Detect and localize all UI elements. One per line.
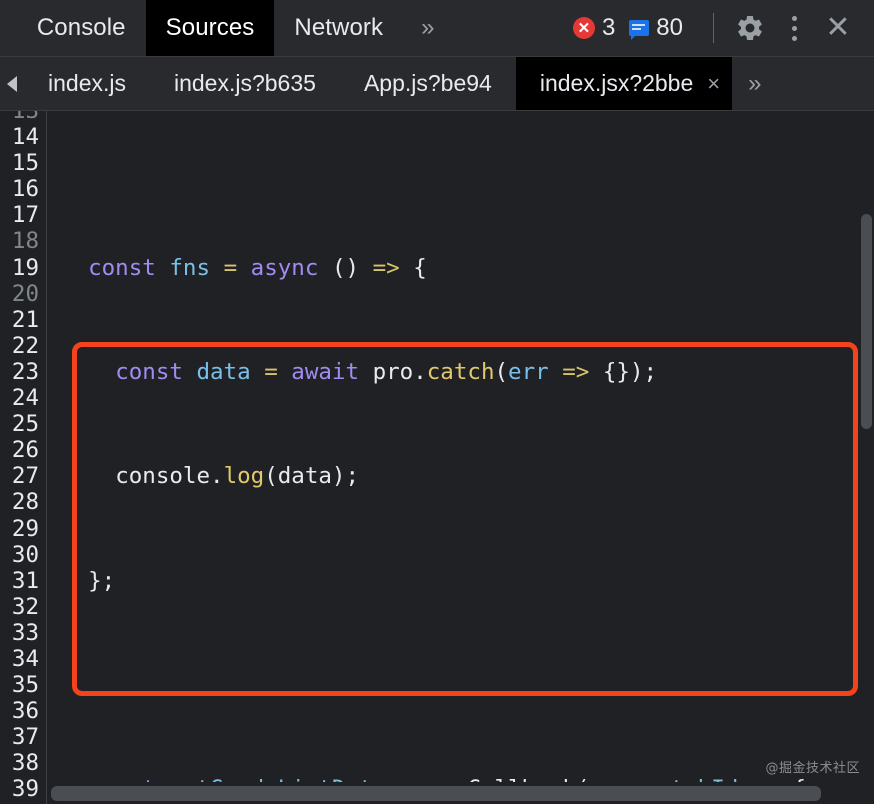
vertical-scrollbar-thumb[interactable] bbox=[861, 214, 872, 429]
line-number: 32 bbox=[11, 593, 39, 620]
line-number: 38 bbox=[11, 750, 39, 777]
file-tab-app-js-be94[interactable]: App.js?be94 bbox=[340, 57, 516, 110]
code-line-17: }; bbox=[88, 567, 116, 594]
panel-tab-group: ts Console Sources Network » bbox=[0, 0, 453, 56]
line-number: 18 bbox=[11, 228, 39, 255]
message-count: 80 bbox=[656, 14, 683, 41]
horizontal-scrollbar-thumb[interactable] bbox=[51, 786, 821, 801]
line-number: 25 bbox=[11, 411, 39, 438]
code-line-14: const fns = async () => { bbox=[88, 254, 427, 281]
watermark: @掘金技术社区 bbox=[765, 761, 860, 776]
line-number: 35 bbox=[11, 672, 39, 699]
panel-tab-label: Network bbox=[294, 14, 384, 41]
more-panels-button[interactable]: » bbox=[403, 0, 452, 56]
devtools-toolbar-right: ✕ 3 80 ✕ bbox=[572, 0, 874, 56]
more-options-button[interactable] bbox=[772, 6, 816, 50]
line-number: 21 bbox=[11, 306, 39, 333]
line-number: 16 bbox=[11, 176, 39, 203]
line-number: 27 bbox=[11, 463, 39, 490]
code-viewport: 13 14 15 16 17 18 19 20 21 22 23 24 25 2… bbox=[0, 111, 874, 804]
chevron-double-right-icon: » bbox=[748, 69, 762, 97]
file-tab-label: index.js?b635 bbox=[173, 70, 316, 96]
line-number: 39 bbox=[11, 776, 39, 803]
panel-tab-elements[interactable]: ts bbox=[0, 0, 17, 56]
file-tab-label: index.jsx?2bbe bbox=[539, 70, 694, 96]
close-devtools-button[interactable]: ✕ bbox=[816, 6, 860, 50]
line-number: 26 bbox=[11, 437, 39, 464]
panel-tab-sources[interactable]: Sources bbox=[145, 0, 275, 56]
vertical-scrollbar[interactable] bbox=[859, 111, 874, 804]
line-number: 20 bbox=[11, 280, 39, 307]
line-number: 19 bbox=[11, 254, 39, 281]
code-text[interactable]: const fns = async () => { const data = a… bbox=[47, 111, 874, 804]
file-tab-index-jsx-2bbe[interactable]: index.jsx?2bbe × bbox=[515, 57, 733, 110]
code-line-16: console.log(data); bbox=[115, 463, 360, 490]
line-number: 15 bbox=[11, 150, 39, 177]
line-number: 29 bbox=[11, 515, 39, 542]
line-number: 37 bbox=[11, 724, 39, 751]
line-number: 34 bbox=[11, 645, 39, 672]
chevron-double-right-icon: » bbox=[421, 14, 435, 41]
line-number: 36 bbox=[11, 698, 39, 725]
file-tab-label: App.js?be94 bbox=[363, 70, 492, 96]
close-icon: ✕ bbox=[825, 11, 851, 44]
line-number: 33 bbox=[11, 619, 39, 646]
code-line-15: const data = await pro.catch(err => {}); bbox=[115, 358, 658, 385]
line-number: 23 bbox=[11, 358, 39, 385]
settings-button[interactable] bbox=[728, 6, 772, 50]
panel-tab-label: Console bbox=[36, 14, 126, 41]
file-tab-label: index.js bbox=[48, 70, 126, 96]
message-icon bbox=[629, 20, 650, 40]
line-number: 30 bbox=[11, 541, 39, 568]
panel-tab-network[interactable]: Network bbox=[274, 0, 403, 56]
scroll-left-icon[interactable] bbox=[0, 57, 24, 110]
file-tabbar: index.js index.js?b635 App.js?be94 index… bbox=[0, 57, 874, 111]
line-number: 31 bbox=[11, 567, 39, 594]
horizontal-scrollbar[interactable] bbox=[47, 782, 859, 804]
gear-icon bbox=[738, 15, 762, 41]
line-number: 13 bbox=[11, 111, 39, 124]
line-number: 28 bbox=[11, 489, 39, 516]
toolbar-divider bbox=[713, 13, 714, 43]
kebab-menu-icon bbox=[791, 15, 797, 41]
panel-tab-label: Sources bbox=[165, 14, 255, 41]
close-tab-icon[interactable]: × bbox=[707, 72, 720, 95]
error-count: 3 bbox=[601, 14, 616, 41]
issue-counters[interactable]: ✕ 3 80 bbox=[572, 14, 699, 42]
line-number: 24 bbox=[11, 385, 39, 412]
panel-tab-console[interactable]: Console bbox=[17, 0, 146, 56]
source-code-editor[interactable]: 13 14 15 16 17 18 19 20 21 22 23 24 25 2… bbox=[0, 111, 874, 804]
line-number-gutter: 13 14 15 16 17 18 19 20 21 22 23 24 25 2… bbox=[0, 111, 47, 804]
more-files-button[interactable]: » bbox=[732, 57, 777, 110]
line-number: 14 bbox=[11, 124, 39, 151]
line-number: 17 bbox=[11, 202, 39, 229]
devtools-panel-tabbar: ts Console Sources Network » ✕ 3 80 bbox=[0, 0, 874, 57]
line-number: 22 bbox=[11, 332, 39, 359]
error-circle-icon: ✕ bbox=[572, 17, 595, 39]
file-tab-index-js[interactable]: index.js bbox=[24, 57, 150, 110]
file-tab-index-js-b635[interactable]: index.js?b635 bbox=[150, 57, 340, 110]
